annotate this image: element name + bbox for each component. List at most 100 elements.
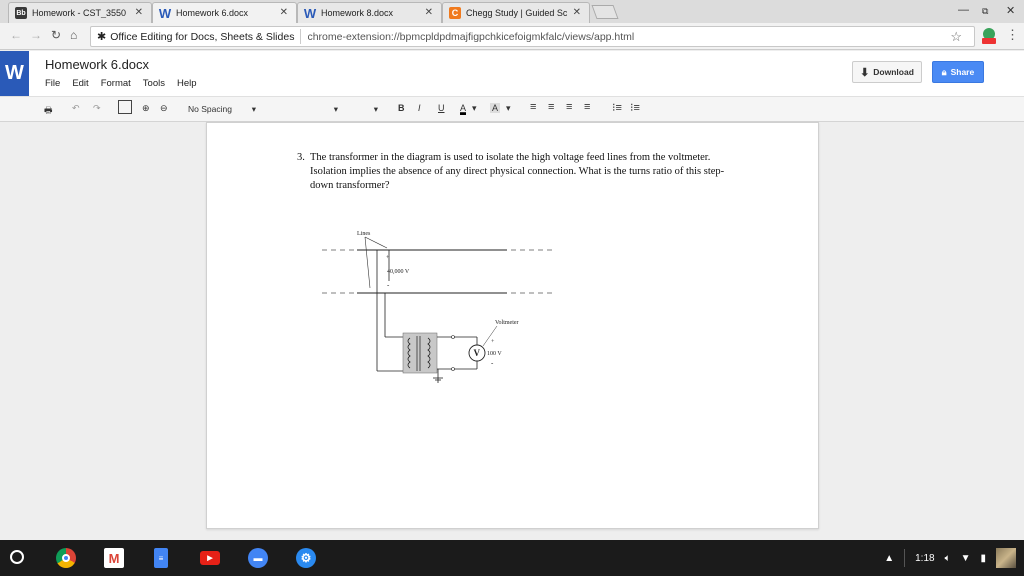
- share-button[interactable]: 🔒︎ Share: [932, 61, 984, 83]
- align-left-icon[interactable]: ≡: [530, 101, 536, 113]
- url-text: chrome-extension://bpmcpldpdmajfigpchkic…: [307, 30, 635, 43]
- reload-icon[interactable]: ↻: [51, 28, 61, 42]
- close-icon[interactable]: ✕: [425, 7, 433, 18]
- highlight-button[interactable]: A: [490, 103, 501, 113]
- print-icon[interactable]: 🖶︎: [44, 103, 53, 119]
- style-value: No Spacing: [188, 104, 232, 114]
- zoom-out-icon[interactable]: ⊖: [160, 103, 168, 114]
- tab-title: Homework 6.docx: [176, 8, 249, 18]
- menu-edit[interactable]: Edit: [72, 78, 88, 89]
- document-title[interactable]: Homework 6.docx: [45, 57, 149, 72]
- close-icon[interactable]: ✕: [135, 7, 143, 18]
- document-page[interactable]: 3. The transformer in the diagram is use…: [206, 122, 819, 529]
- os-shelf: M ≡ ▶ ▬ ⚙ ▲ 1:18 🔈︎ ▼ ▮: [0, 540, 1024, 576]
- chevron-down-icon[interactable]: ▾: [472, 103, 477, 114]
- puzzle-icon: ✱: [97, 31, 107, 43]
- browser-toolbar: ← → ↻ ⌂ ✱ Office Editing for Docs, Sheets…: [0, 23, 1024, 50]
- minimize-icon[interactable]: —: [958, 4, 969, 16]
- tab-homework-8[interactable]: W Homework 8.docx ✕: [297, 2, 442, 23]
- tab-strip: Bb Homework - CST_3550 ✕ W Homework 6.do…: [0, 0, 1024, 23]
- avatar: [996, 548, 1016, 568]
- minus-meter: -: [491, 359, 494, 367]
- menu-tools[interactable]: Tools: [143, 78, 165, 89]
- minus-top: -: [387, 281, 390, 289]
- question-number: 3.: [297, 152, 305, 163]
- tab-title: Chegg Study | Guided Sc: [466, 8, 568, 18]
- align-justify-icon[interactable]: ≡: [584, 101, 590, 113]
- style-select[interactable]: No Spacing ▾: [188, 102, 260, 116]
- youtube-icon[interactable]: ▶: [200, 551, 220, 565]
- new-tab-button[interactable]: [591, 5, 619, 19]
- close-icon[interactable]: ✕: [280, 7, 288, 18]
- bookmark-star-icon[interactable]: ☆: [950, 29, 962, 45]
- tab-title: Homework - CST_3550: [32, 8, 127, 18]
- battery-icon: ▮: [980, 552, 986, 564]
- download-icon: ⬇: [860, 66, 870, 79]
- extension-label: Office Editing for Docs, Sheets & Slides: [110, 30, 295, 43]
- font-select[interactable]: ▾: [270, 102, 342, 116]
- back-icon[interactable]: ←: [10, 28, 22, 42]
- plus-meter: +: [491, 339, 495, 345]
- question-text: The transformer in the diagram is used t…: [310, 152, 725, 191]
- lock-icon: 🔒︎: [941, 66, 947, 77]
- low-voltage-label: 100 V: [487, 351, 502, 357]
- notification-bell-icon[interactable]: ▲: [884, 553, 894, 564]
- clock: 1:18: [915, 552, 935, 564]
- zoom-in-icon[interactable]: ⊕: [142, 103, 150, 114]
- underline-button[interactable]: U: [438, 103, 445, 113]
- wifi-icon: ▼: [960, 552, 971, 564]
- bulleted-list-icon[interactable]: ⁝≡: [630, 101, 640, 114]
- bold-button[interactable]: B: [398, 103, 405, 113]
- menu-help[interactable]: Help: [177, 78, 197, 89]
- close-icon[interactable]: ✕: [573, 7, 581, 18]
- chevron-down-icon[interactable]: ▾: [506, 103, 511, 114]
- forward-icon[interactable]: →: [30, 28, 42, 42]
- tab-chegg[interactable]: C Chegg Study | Guided Sc ✕: [442, 2, 590, 23]
- status-tray[interactable]: ▲ 1:18 🔈︎ ▼ ▮: [884, 547, 1016, 569]
- menu-bar: File Edit Format Tools Help: [45, 78, 197, 89]
- align-center-icon[interactable]: ≡: [548, 101, 554, 113]
- word-logo: W: [0, 51, 29, 96]
- menu-file[interactable]: File: [45, 78, 60, 89]
- redo-icon[interactable]: ↷: [93, 103, 101, 114]
- align-right-icon[interactable]: ≡: [566, 101, 572, 113]
- app-header: W Homework 6.docx File Edit Format Tools…: [0, 51, 1024, 96]
- format-toolbar: 🖶︎ ↶ ↷ ⊕ ⊖ No Spacing ▾ ▾ ▾ B I U A ▾ A …: [0, 96, 1024, 122]
- home-icon[interactable]: ⌂: [70, 28, 77, 42]
- meter-letter: V: [474, 348, 481, 358]
- download-button[interactable]: ⬇ Download: [852, 61, 922, 83]
- numbered-list-icon[interactable]: ⁝≡: [612, 101, 622, 114]
- volume-icon: 🔈︎: [944, 552, 951, 564]
- fit-page-icon[interactable]: [118, 100, 132, 114]
- tab-homework-cst[interactable]: Bb Homework - CST_3550 ✕: [8, 2, 152, 23]
- high-voltage-label: 40,000 V: [387, 269, 410, 275]
- chrome-icon[interactable]: [56, 548, 76, 568]
- menu-dots-icon[interactable]: ⋮: [1006, 27, 1019, 43]
- gmail-icon[interactable]: M: [104, 548, 124, 568]
- docs-icon[interactable]: ≡: [154, 548, 168, 568]
- files-icon[interactable]: ▬: [248, 548, 268, 568]
- tab-homework-6[interactable]: W Homework 6.docx ✕: [152, 2, 297, 23]
- window-close-icon[interactable]: ✕: [1006, 4, 1015, 17]
- office-extension-icon[interactable]: [980, 27, 998, 45]
- menu-format[interactable]: Format: [101, 78, 131, 89]
- launcher-icon[interactable]: [10, 550, 24, 564]
- lines-label: Lines: [357, 231, 371, 237]
- tab-title: Homework 8.docx: [321, 8, 394, 18]
- text-color-button[interactable]: A: [460, 103, 467, 115]
- settings-gear-icon[interactable]: ⚙: [296, 548, 316, 568]
- address-bar[interactable]: ✱ Office Editing for Docs, Sheets & Slide…: [90, 26, 975, 47]
- italic-button[interactable]: I: [418, 103, 421, 113]
- word-icon: W: [303, 5, 317, 21]
- extension-chip[interactable]: ✱ Office Editing for Docs, Sheets & Slide…: [91, 29, 302, 44]
- chevron-down-icon: ▾: [333, 103, 338, 114]
- font-size-select[interactable]: ▾: [352, 102, 382, 116]
- transformer-diagram: Lines + 40,000 V - V Voltmeter + 100 V -: [322, 231, 552, 383]
- document-canvas: 3. The transformer in the diagram is use…: [0, 122, 1024, 540]
- voltmeter-label: Voltmeter: [495, 320, 519, 326]
- chevron-down-icon: ▾: [373, 103, 378, 114]
- undo-icon[interactable]: ↶: [72, 103, 80, 114]
- restore-icon[interactable]: ⧉: [982, 6, 988, 17]
- word-icon: W: [158, 5, 172, 21]
- download-label: Download: [873, 67, 914, 77]
